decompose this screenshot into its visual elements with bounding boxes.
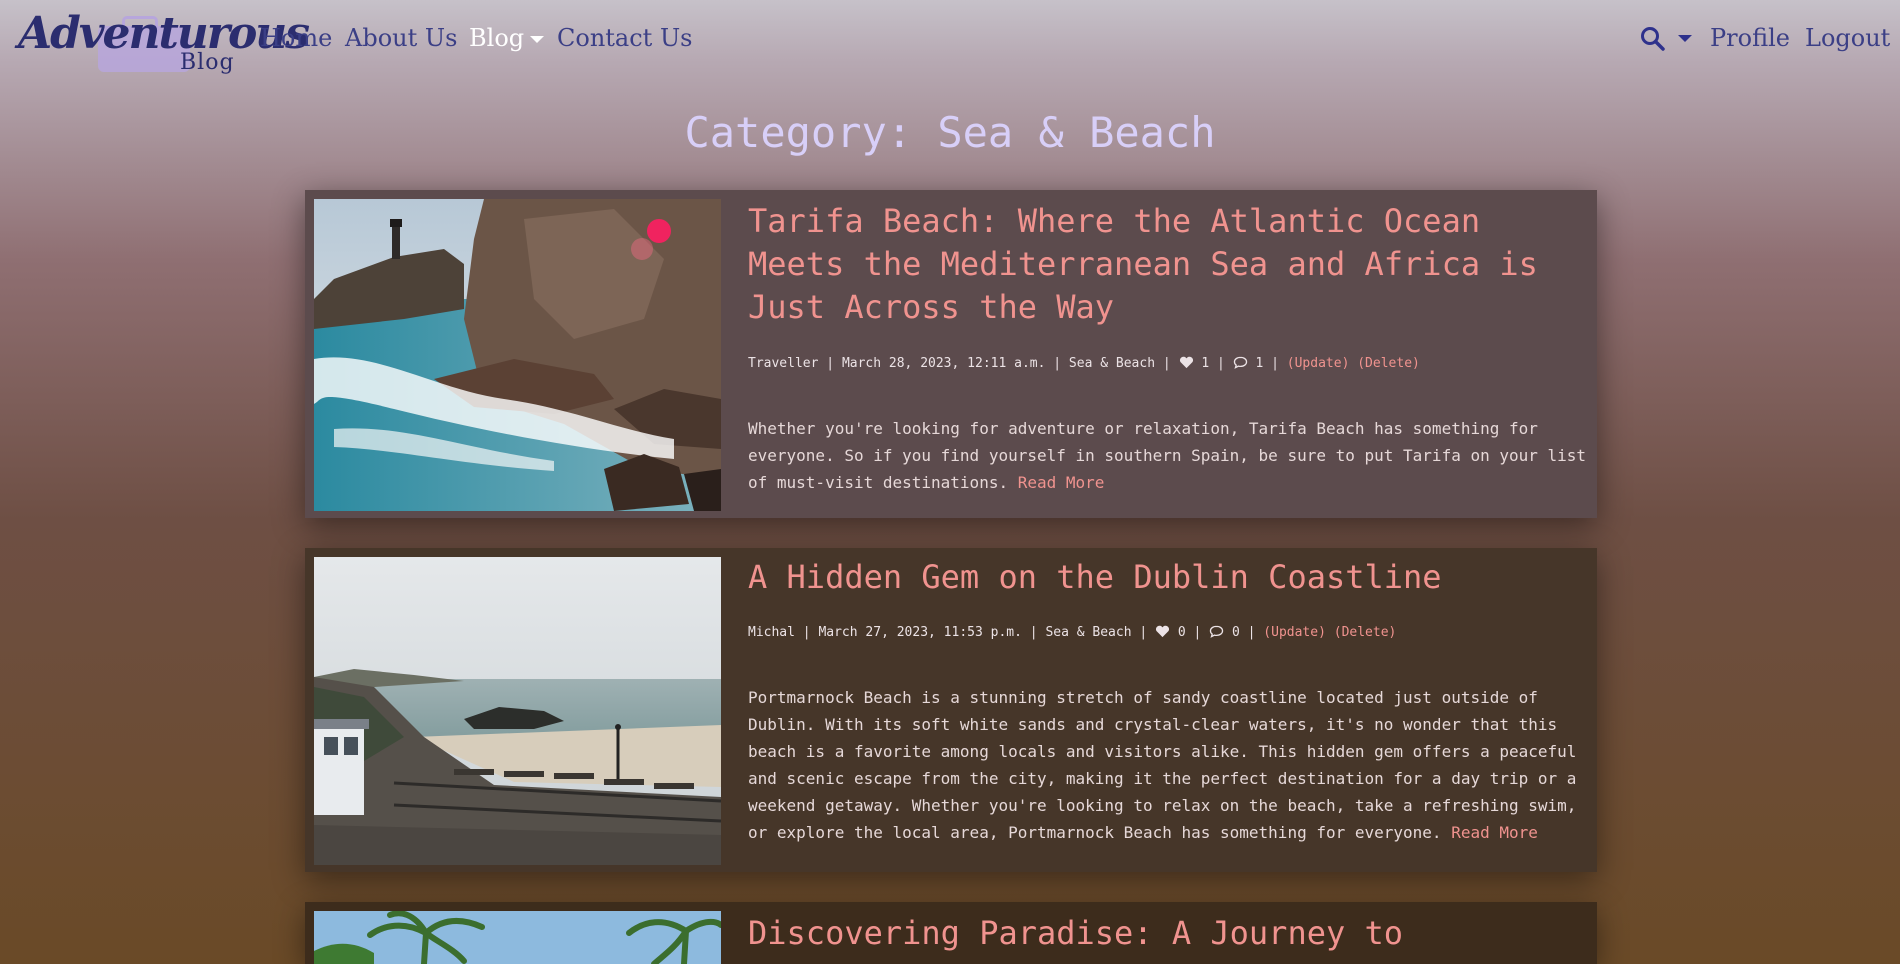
heart-icon[interactable] xyxy=(1179,356,1194,369)
post-author[interactable]: Traveller xyxy=(748,356,818,371)
like-count: 0 xyxy=(1177,625,1186,640)
post-title[interactable]: A Hidden Gem on the Dublin Coastline xyxy=(748,556,1588,599)
like-count: 1 xyxy=(1201,356,1210,371)
comment-icon[interactable] xyxy=(1233,356,1248,369)
post-image[interactable] xyxy=(314,199,721,511)
chevron-down-icon xyxy=(1678,35,1692,42)
update-link[interactable]: (Update) xyxy=(1263,625,1326,640)
post-body: Discovering Paradise: A Journey to xyxy=(748,902,1588,955)
page-title: Category: Sea & Beach xyxy=(684,108,1216,157)
post-card: Tarifa Beach: Where the Atlantic Ocean M… xyxy=(305,190,1597,518)
post-meta: Michal | March 27, 2023, 11:53 p.m. | Se… xyxy=(748,625,1397,640)
comment-icon[interactable] xyxy=(1209,625,1224,638)
nav-contact[interactable]: Contact Us xyxy=(557,24,692,52)
post-category[interactable]: Sea & Beach xyxy=(1045,625,1131,640)
post-date: March 27, 2023, 11:53 p.m. xyxy=(818,625,1022,640)
search-dropdown-button[interactable] xyxy=(1640,24,1696,56)
nav-blog-label: Blog xyxy=(469,24,525,52)
post-body: A Hidden Gem on the Dublin Coastline Mic… xyxy=(748,548,1588,846)
post-date: March 28, 2023, 12:11 a.m. xyxy=(841,356,1046,371)
post-author[interactable]: Michal xyxy=(748,625,795,640)
delete-link[interactable]: (Delete) xyxy=(1357,356,1420,371)
post-card: Discovering Paradise: A Journey to xyxy=(305,902,1597,964)
heart-icon[interactable] xyxy=(1155,625,1170,638)
post-meta: Traveller | March 28, 2023, 12:11 a.m. |… xyxy=(748,356,1420,371)
comment-count: 0 xyxy=(1231,625,1240,640)
update-link[interactable]: (Update) xyxy=(1287,356,1350,371)
nav-profile[interactable]: Profile xyxy=(1710,24,1790,52)
post-image[interactable] xyxy=(314,557,721,865)
comment-count: 1 xyxy=(1255,356,1264,371)
nav-home[interactable]: Home xyxy=(260,24,332,52)
post-image[interactable] xyxy=(314,911,721,964)
chevron-down-icon xyxy=(530,36,545,43)
brand-subtitle: Blog xyxy=(180,50,235,75)
nav-logout[interactable]: Logout xyxy=(1805,24,1890,52)
navbar: Adventurous Blog Home About Us Blog Cont… xyxy=(0,0,1900,80)
post-excerpt: Portmarnock Beach is a stunning stretch … xyxy=(748,688,1577,842)
brand-logo[interactable]: Adventurous Blog xyxy=(16,4,310,78)
post-title[interactable]: Tarifa Beach: Where the Atlantic Ocean M… xyxy=(748,200,1588,329)
post-excerpt: Whether you're looking for adventure or … xyxy=(748,419,1587,492)
read-more-link[interactable]: Read More xyxy=(1451,823,1538,842)
post-body: Tarifa Beach: Where the Atlantic Ocean M… xyxy=(748,190,1588,496)
read-more-link[interactable]: Read More xyxy=(1018,473,1105,492)
nav-about[interactable]: About Us xyxy=(345,24,457,52)
delete-link[interactable]: (Delete) xyxy=(1334,625,1397,640)
search-icon xyxy=(1641,27,1665,51)
post-title[interactable]: Discovering Paradise: A Journey to xyxy=(748,912,1588,955)
nav-blog-dropdown[interactable]: Blog xyxy=(469,24,545,52)
post-category[interactable]: Sea & Beach xyxy=(1069,356,1155,371)
post-card: A Hidden Gem on the Dublin Coastline Mic… xyxy=(305,548,1597,872)
